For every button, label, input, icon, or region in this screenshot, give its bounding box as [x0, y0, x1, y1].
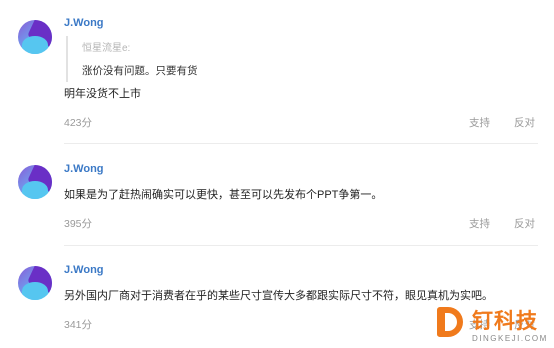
comment-text: 另外国内厂商对于消费者在乎的某些尺寸宣传大多都跟实际尺寸不符，眼见真机为实吧。 [64, 290, 493, 302]
username[interactable]: J.Wong [64, 17, 104, 29]
oppose-button[interactable]: 反对 [514, 216, 535, 231]
watermark-brand: 钉科技 [472, 310, 538, 333]
quoted-reply: 恒星流星e: 涨价没有问题。只要有货 [66, 36, 466, 82]
oppose-button[interactable]: 反对 [514, 115, 535, 130]
comment-text: 如果是为了赶热闹确实可以更快，甚至可以先发布个PPT争第一。 [64, 189, 383, 201]
brand-logo-icon [437, 307, 463, 337]
quote-text: 涨价没有问题。只要有货 [82, 65, 198, 77]
quote-author: 恒星流星e: [82, 43, 131, 54]
comment-score: 341分 [64, 319, 93, 331]
support-button[interactable]: 支持 [469, 216, 490, 231]
username[interactable]: J.Wong [64, 264, 104, 276]
comment-text: 明年没货不上市 [64, 88, 141, 100]
comment-2: J.Wong 如果是为了赶热闹确实可以更快，甚至可以先发布个PPT争第一。 39… [0, 144, 554, 246]
comment-score: 423分 [64, 117, 93, 129]
watermark: 钉科技 DINGKEJI.COM [432, 303, 554, 348]
avatar[interactable] [18, 266, 52, 300]
avatar[interactable] [18, 165, 52, 199]
comment-1: J.Wong 恒星流星e: 涨价没有问题。只要有货 明年没货不上市 423分 支… [0, 0, 554, 144]
comment-score: 395分 [64, 218, 93, 230]
support-button[interactable]: 支持 [469, 115, 490, 130]
avatar[interactable] [18, 20, 52, 54]
username[interactable]: J.Wong [64, 163, 104, 175]
watermark-domain: DINGKEJI.COM [472, 334, 548, 343]
